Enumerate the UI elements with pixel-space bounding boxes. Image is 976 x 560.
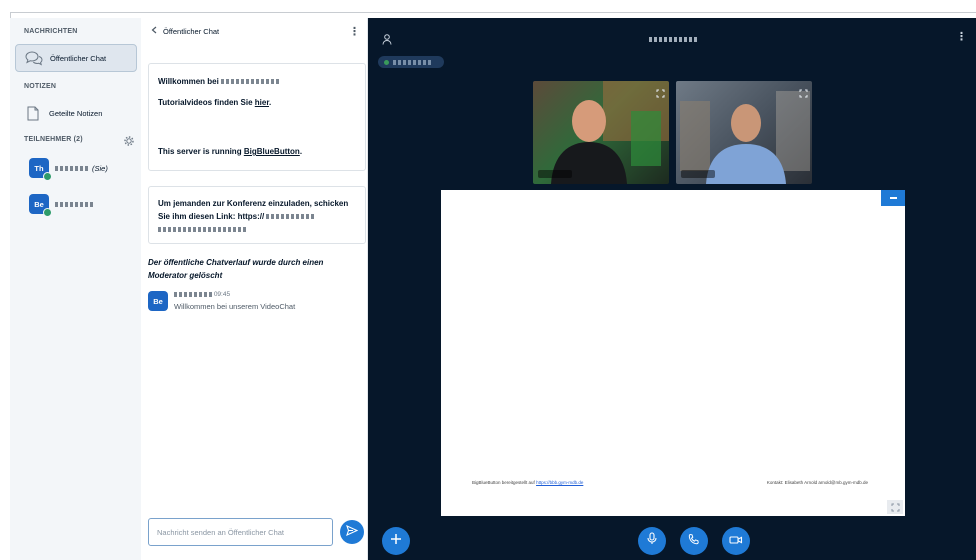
user-list-panel: NACHRICHTEN Öffentlicher Chat NOTIZEN Ge… [10,18,141,560]
video-tile[interactable] [533,81,669,184]
messages-heading: NACHRICHTEN [24,28,78,35]
chat-bubbles-icon [24,49,44,67]
video-name-tag [538,170,572,178]
options-icon[interactable]: ⋮ [956,32,967,43]
chat-message: Be 09:45 Willkommen bei unserem VideoCha… [148,291,295,311]
send-button[interactable] [340,520,364,544]
expand-icon[interactable] [799,85,808,103]
status-badge [43,172,52,181]
microphone-button[interactable] [638,527,666,555]
shared-notes-label: Geteilte Notizen [49,108,103,118]
participant-video [551,81,669,184]
self-indicator: (Sie) [92,163,108,173]
recording-indicator[interactable] [378,56,444,68]
minimize-presentation-button[interactable] [881,190,905,206]
slide-footer-link[interactable]: https://bbb.gym-mdb.de [536,480,583,485]
avatar: Th [29,158,52,181]
document-icon [23,104,43,122]
expand-icon[interactable] [656,85,665,103]
message-text: Willkommen bei unserem VideoChat [174,302,296,311]
public-chat-label: Öffentlicher Chat [50,53,107,63]
chat-header[interactable]: Öffentlicher Chat [151,26,219,36]
redacted-name [55,165,89,171]
redacted-name [221,79,280,85]
chat-panel: Öffentlicher Chat ⋮ Willkommen bei Tutor… [141,18,368,560]
send-icon [346,523,359,541]
microphone-icon [647,532,657,550]
video-tile[interactable] [676,81,812,184]
welcome-message: Willkommen bei Tutorialvideos finden Sie… [148,63,366,171]
plus-icon [390,532,402,550]
slide-footer-right: Kontakt: Elisabeth Arnold arnold@mb.gym-… [766,480,868,485]
chat-message-input[interactable]: Nachricht senden an Öffentlicher Chat [148,518,333,546]
redacted-label [393,59,433,65]
main-stage: ⋮ BigBlueButton bereitgestellt auf https… [368,18,976,560]
slide-footer-left: BigBlueButton bereitgestellt auf https:/… [472,480,584,485]
redacted-link [158,227,246,233]
gear-icon[interactable] [124,133,134,151]
redacted-name [174,291,212,297]
tutorial-link[interactable]: hier [255,98,269,107]
chat-title: Öffentlicher Chat [163,26,220,36]
actions-button[interactable] [382,527,410,555]
avatar: Be [29,194,52,217]
avatar: Be [148,291,168,311]
chevron-left-icon[interactable] [151,26,157,36]
minus-icon [889,197,897,199]
camera-button[interactable] [722,527,750,555]
message-time: 09:45 [213,291,231,298]
redacted-name [55,201,95,207]
redacted-link [266,214,317,220]
camera-icon [729,532,743,550]
phone-icon [688,532,700,550]
notes-heading: NOTIZEN [24,83,57,90]
expand-icon[interactable] [887,500,903,514]
chat-cleared-notice: Der öffentliche Chatverlauf wurde durch … [148,258,324,280]
invite-message: Um jemanden zur Konferenz einzuladen, sc… [148,186,366,244]
meeting-title [649,37,697,42]
audio-button[interactable] [680,527,708,555]
bigbluebutton-link[interactable]: BigBlueButton [244,147,300,156]
status-badge [43,208,52,217]
chat-options-icon[interactable]: ⋮ [349,27,360,38]
participants-heading: TEILNEHMER (2) [24,136,83,143]
participant-item[interactable]: Th (Sie) [15,156,137,181]
participant-video [680,91,810,184]
participant-item[interactable]: Be [15,192,137,217]
shared-notes-item[interactable]: Geteilte Notizen [15,102,137,124]
presentation-slide[interactable]: BigBlueButton bereitgestellt auf https:/… [441,190,905,516]
public-chat-item[interactable]: Öffentlicher Chat [15,44,137,72]
video-name-tag [681,170,715,178]
user-icon[interactable] [382,32,392,50]
recording-dot [384,59,389,65]
